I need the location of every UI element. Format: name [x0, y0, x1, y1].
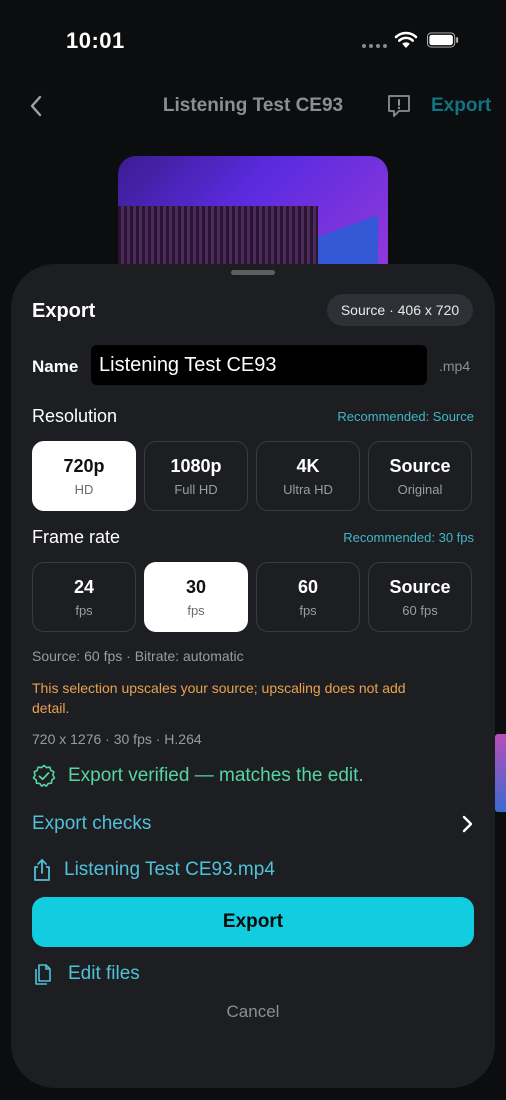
- export-button[interactable]: Export: [32, 897, 474, 947]
- option-main-label: 720p: [63, 455, 105, 476]
- chevron-right-icon[interactable]: [461, 815, 473, 833]
- output-summary: 720 x 1276 · 30 fps · H.264: [32, 731, 202, 747]
- resolution-option-720p[interactable]: 720p HD: [32, 441, 136, 511]
- source-badge: Source · 406 x 720: [327, 294, 473, 326]
- option-main-label: 60: [297, 576, 319, 597]
- edit-files-row[interactable]: Edit files: [32, 962, 140, 986]
- sheet-grabber[interactable]: [231, 270, 275, 275]
- resolution-options: 720p HD 1080p Full HD 4K Ultra HD Source…: [32, 441, 472, 511]
- option-main-label: 4K: [296, 455, 320, 476]
- nav-header: Listening Test CE93 Export: [0, 80, 506, 134]
- option-sub-label: Ultra HD: [283, 481, 333, 497]
- option-main-label: Source: [389, 576, 451, 597]
- frame-rate-options: 24 fps 30 fps 60 fps Source 60 fps: [32, 562, 472, 632]
- resolution-option-4k[interactable]: 4K Ultra HD: [256, 441, 360, 511]
- frame-rate-label: Frame rate: [32, 527, 121, 547]
- resolution-option-1080p[interactable]: 1080p Full HD: [144, 441, 248, 511]
- feedback-icon[interactable]: [386, 93, 412, 119]
- export-checks-link[interactable]: Export checks: [32, 813, 151, 835]
- upscale-warning: This selection upscales your source; ups…: [32, 680, 406, 716]
- option-main-label: 30: [185, 576, 207, 597]
- wifi-icon: [394, 31, 418, 48]
- option-main-label: Source: [389, 455, 451, 476]
- sheet-title: Export: [32, 300, 96, 322]
- option-sub-label: Original: [397, 481, 443, 497]
- battery-icon: [427, 32, 459, 48]
- cancel-button[interactable]: Cancel: [11, 1002, 495, 1022]
- option-sub-label: HD: [74, 481, 94, 497]
- side-thumbnail: [495, 734, 506, 812]
- export-sheet: Export Source · 406 x 720 Name .mp4 Reso…: [11, 264, 495, 1088]
- option-sub-label: fps: [75, 602, 93, 618]
- option-sub-label: Full HD: [174, 481, 218, 497]
- option-sub-label: 60 fps: [402, 602, 438, 618]
- resolution-option-source[interactable]: Source Original: [368, 441, 472, 511]
- frame-rate-recommendation: Recommended: 30 fps: [343, 530, 474, 545]
- verification-status: Export verified — matches the edit.: [32, 764, 364, 788]
- option-sub-label: fps: [299, 602, 317, 618]
- verified-badge-icon: [32, 764, 56, 787]
- share-icon: [34, 859, 50, 881]
- verified-text: Export verified — matches the edit.: [68, 765, 364, 786]
- option-sub-label: fps: [187, 602, 205, 618]
- output-file-name: Listening Test CE93.mp4: [64, 859, 275, 880]
- option-main-label: 1080p: [170, 455, 222, 476]
- edit-files-label: Edit files: [68, 963, 140, 984]
- frame-rate-option-24[interactable]: 24 fps: [32, 562, 136, 632]
- share-file-row[interactable]: Listening Test CE93.mp4: [32, 858, 275, 882]
- frame-rate-option-30[interactable]: 30 fps: [144, 562, 248, 632]
- frame-rate-option-60[interactable]: 60 fps: [256, 562, 360, 632]
- resolution-label: Resolution: [32, 406, 118, 426]
- frame-rate-option-source[interactable]: Source 60 fps: [368, 562, 472, 632]
- status-time: 10:01: [66, 28, 125, 53]
- documents-icon: [35, 964, 51, 985]
- file-name-input[interactable]: [91, 345, 427, 385]
- status-bar: 10:01: [0, 0, 506, 80]
- resolution-recommendation: Recommended: Source: [337, 409, 474, 424]
- option-main-label: 24: [73, 576, 95, 597]
- cellular-signal-icon: [362, 44, 387, 48]
- source-info: Source: 60 fps · Bitrate: automatic: [32, 648, 244, 664]
- name-label: Name: [32, 357, 79, 376]
- header-export-button[interactable]: Export: [431, 95, 491, 117]
- file-extension: .mp4: [439, 358, 471, 374]
